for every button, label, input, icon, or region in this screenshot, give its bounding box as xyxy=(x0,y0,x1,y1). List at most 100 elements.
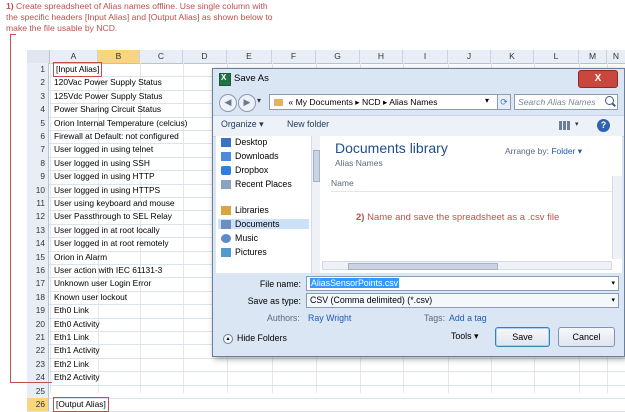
file-list-scrollbar[interactable] xyxy=(612,176,622,259)
help-icon[interactable]: ? xyxy=(597,119,610,132)
cell-a[interactable]: User logged in at root locally xyxy=(54,224,160,237)
cell-a[interactable]: Eth0 Link xyxy=(54,304,89,317)
change-view-icon[interactable] xyxy=(559,121,571,130)
row-header[interactable]: 2 xyxy=(27,76,49,90)
column-header-h[interactable]: H xyxy=(360,50,403,63)
nav-item-desktop[interactable]: Desktop xyxy=(221,137,267,148)
cell-a[interactable]: User action with IEC 61131-3 xyxy=(54,264,162,277)
cell-a[interactable]: User logged in using HTTPS xyxy=(54,184,160,197)
dialog-titlebar[interactable]: Save As X xyxy=(213,69,624,89)
column-header-j[interactable]: J xyxy=(448,50,491,63)
view-options-chevron-icon[interactable]: ▾ xyxy=(575,120,579,128)
scrollbar-thumb[interactable] xyxy=(313,150,320,182)
recent-pages-chevron-icon[interactable]: ▾ xyxy=(257,96,261,105)
address-dropdown-chevron-icon[interactable]: ▾ xyxy=(485,94,489,108)
cell-a[interactable]: User logged in at root remotely xyxy=(54,237,169,250)
output-alias-header-cell[interactable]: [Output Alias] xyxy=(53,397,109,412)
row-header[interactable]: 5 xyxy=(27,116,49,130)
nav-item-libraries[interactable]: Libraries xyxy=(221,205,269,216)
nav-item-music[interactable]: Music xyxy=(221,233,258,244)
nav-item-downloads[interactable]: Downloads xyxy=(221,151,279,162)
nav-item-dropbox[interactable]: Dropbox xyxy=(221,165,268,176)
organize-menu[interactable]: Organize ▾ xyxy=(221,119,264,130)
row-header[interactable]: 12 xyxy=(27,210,49,224)
row-header[interactable]: 1 xyxy=(27,63,49,77)
row-header[interactable]: 19 xyxy=(27,304,49,318)
scrollbar-thumb[interactable] xyxy=(348,263,498,270)
row-header[interactable]: 14 xyxy=(27,237,49,251)
row-header[interactable]: 23 xyxy=(27,357,49,372)
tools-menu[interactable]: Tools ▾ xyxy=(451,331,478,342)
cell-a[interactable]: Unknown user Login Error xyxy=(54,277,151,290)
column-header-n[interactable]: N xyxy=(607,50,625,63)
new-folder-button[interactable]: New folder xyxy=(287,119,329,129)
column-header-g[interactable]: G xyxy=(316,50,360,63)
row-header[interactable]: 7 xyxy=(27,143,49,157)
cell-a[interactable]: Eth1 Activity xyxy=(54,344,100,357)
column-header-a[interactable]: A xyxy=(50,50,98,63)
row-header[interactable]: 26 xyxy=(27,398,49,412)
row-header[interactable]: 8 xyxy=(27,156,49,171)
cell-a[interactable]: Eth2 Link xyxy=(54,358,89,371)
column-header-b[interactable]: B xyxy=(98,50,140,63)
input-alias-header-cell[interactable]: [Input Alias] xyxy=(52,62,103,77)
cell-a[interactable]: Eth1 Link xyxy=(54,331,89,344)
nav-item-recent-places[interactable]: Recent Places xyxy=(221,179,292,190)
cell-a[interactable]: Orion in Alarm xyxy=(54,251,107,264)
refresh-icon[interactable]: ⟳ xyxy=(497,94,511,110)
row-header[interactable]: 10 xyxy=(27,183,49,197)
column-header-e[interactable]: E xyxy=(227,50,272,63)
column-header-i[interactable]: I xyxy=(403,50,448,63)
back-arrow-icon[interactable]: ◀ xyxy=(219,94,237,112)
row-header[interactable]: 11 xyxy=(27,197,49,211)
cell-a[interactable]: User using keyboard and mouse xyxy=(54,197,175,210)
column-header-c[interactable]: C xyxy=(140,50,183,63)
column-header-k[interactable]: K xyxy=(491,50,534,63)
save-button[interactable]: Save xyxy=(495,327,550,347)
cancel-button[interactable]: Cancel xyxy=(558,327,615,347)
row-header[interactable]: 20 xyxy=(27,317,49,331)
arrange-by[interactable]: Arrange by: Folder ▾ xyxy=(505,146,582,157)
row-header[interactable]: 4 xyxy=(27,103,49,117)
arrange-by-value[interactable]: Folder ▾ xyxy=(551,146,582,156)
cell-a[interactable]: Eth0 Activity xyxy=(54,318,100,331)
save-as-type-select[interactable]: CSV (Comma delimited) (*.csv) ▾ xyxy=(306,293,619,308)
forward-arrow-icon[interactable]: ▶ xyxy=(238,94,256,112)
close-button[interactable]: X xyxy=(578,70,618,88)
row-header[interactable]: 13 xyxy=(27,223,49,238)
row-header[interactable]: 17 xyxy=(27,277,49,291)
cell-a[interactable]: User Passthrough to SEL Relay xyxy=(54,210,172,223)
row-header[interactable]: 16 xyxy=(27,264,49,278)
address-bar[interactable]: « My Documents ▸ NCD ▸ Alias Names xyxy=(269,94,500,110)
column-header-l[interactable]: L xyxy=(534,50,579,63)
row-header[interactable]: 21 xyxy=(27,331,49,345)
breadcrumb-my-documents[interactable]: My Documents xyxy=(296,97,353,107)
row-header[interactable]: 6 xyxy=(27,130,49,144)
file-list-horizontal-scrollbar[interactable] xyxy=(322,261,612,270)
row-header[interactable]: 25 xyxy=(27,384,49,398)
nav-item-documents[interactable]: Documents xyxy=(218,219,309,230)
cell-a[interactable]: User logged in using telnet xyxy=(54,143,153,156)
cell-a[interactable]: User logged in using SSH xyxy=(54,157,150,170)
row-header[interactable]: 9 xyxy=(27,170,49,184)
row-header[interactable]: 18 xyxy=(27,290,49,305)
breadcrumb-alias-names[interactable]: Alias Names xyxy=(389,97,437,107)
name-column-header[interactable]: Name xyxy=(331,178,612,192)
authors-value[interactable]: Ray Wright xyxy=(308,313,351,323)
cell-a[interactable]: 120Vac Power Supply Status xyxy=(54,76,162,89)
row-header[interactable]: 22 xyxy=(27,344,49,358)
navigation-pane-scrollbar[interactable] xyxy=(311,136,320,273)
file-name-field[interactable]: AliasSensorPoints.csv ▾ xyxy=(306,276,619,291)
cell-a[interactable]: User logged in using HTTP xyxy=(54,170,155,183)
save-as-type-chevron-icon[interactable]: ▾ xyxy=(611,294,615,307)
cell-a[interactable]: 125Vdc Power Supply Status xyxy=(54,90,162,103)
row-header[interactable]: 15 xyxy=(27,250,49,264)
breadcrumb-ncd[interactable]: NCD xyxy=(362,97,381,107)
cell-a[interactable]: Known user lockout xyxy=(54,291,127,304)
column-header-m[interactable]: M xyxy=(579,50,607,63)
cell-a[interactable]: Firewall at Default: not configured xyxy=(54,130,179,143)
cell-a[interactable]: Eth2 Activity xyxy=(54,371,100,384)
column-header-d[interactable]: D xyxy=(183,50,227,63)
row-header[interactable]: 3 xyxy=(27,89,49,104)
column-header-f[interactable]: F xyxy=(272,50,316,63)
